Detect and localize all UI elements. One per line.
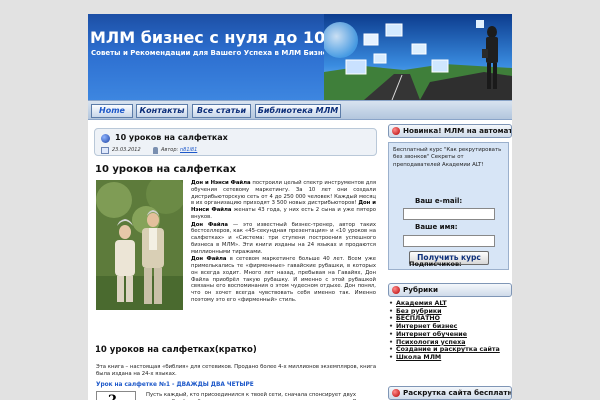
name-label: Ваше имя: — [415, 223, 458, 231]
category-link[interactable]: Психология успеха — [396, 339, 465, 346]
top-nav: Home Контакты Все статьи Библиотека МЛМ — [88, 100, 512, 120]
lesson-paragraph: Пусть каждый, кто присоединился к твоей … — [146, 392, 368, 400]
article-intro: Дон и Нэнси Файла построили целый спектр… — [191, 180, 376, 305]
widget-title-rubrics: Рубрики — [388, 283, 512, 297]
subscribers-count: Подписчиков: — [409, 260, 462, 268]
tab-contacts[interactable]: Контакты — [136, 104, 188, 118]
post-date: 23.03.2012 — [112, 147, 141, 153]
calendar-icon — [101, 147, 109, 154]
email-field[interactable] — [403, 208, 495, 220]
post-header-box: 10 уроков на салфетках 23.03.2012 Автор:… — [94, 128, 377, 156]
category-link[interactable]: Создание и раскрутка сайта — [396, 346, 500, 353]
category-link[interactable]: Академия ALT — [396, 300, 447, 307]
name-field[interactable] — [403, 235, 495, 247]
site-header: МЛМ бизнес с нуля до 100% Советы и Реком… — [88, 14, 512, 100]
category-list: Академия ALT Без рубрики БЕСПЛАТНО Интер… — [388, 300, 509, 362]
post-title-link[interactable]: 10 уроков на салфетках — [115, 133, 228, 142]
tab-home[interactable]: Home — [91, 104, 133, 118]
widget-title-promo: Раскрутка сайта бесплатно — [388, 386, 512, 400]
category-link[interactable]: Школа МЛМ — [396, 354, 441, 361]
section-heading: 10 уроков на салфетках(кратко) — [95, 345, 257, 355]
category-link[interactable]: Интернет обучение — [396, 331, 467, 338]
widget-bullet-icon — [392, 389, 400, 397]
list-item: Без рубрики — [388, 308, 509, 316]
subscribe-form: Бесплатный курс "Как рекрутировать без з… — [388, 142, 509, 270]
list-item: Школа МЛМ — [388, 354, 509, 362]
header-illustration — [324, 14, 512, 100]
post-bullet-icon — [101, 134, 110, 143]
list-item: Интернет обучение — [388, 331, 509, 339]
site-description: Советы и Рекомендации для Вашего Успеха … — [91, 49, 337, 57]
authors-photo — [96, 180, 183, 310]
category-link[interactable]: БЕСПЛАТНО — [396, 315, 440, 322]
page-wrapper: МЛМ бизнес с нуля до 100% Советы и Реком… — [88, 14, 512, 400]
category-link[interactable]: Без рубрики — [396, 308, 442, 315]
section-paragraph: Эта книга – настоящая «библия» для сетев… — [96, 364, 377, 377]
sidebar: Новинка! МЛМ на автомате Бесплатный курс… — [385, 120, 512, 400]
lesson-link[interactable]: Урок на салфетке №1 - ДВАЖДЫ ДВА ЧЕТЫРЕ — [96, 382, 254, 388]
intro-paragraph: Дон Файла — это известный бизнес-тренер,… — [191, 221, 376, 255]
tab-all-articles[interactable]: Все статьи — [192, 104, 251, 118]
list-item: Создание и раскрутка сайта — [388, 346, 509, 354]
widget-bullet-icon — [392, 286, 400, 294]
tab-mlm-library[interactable]: Библиотека МЛМ — [255, 104, 341, 118]
subscribe-description: Бесплатный курс "Как рекрутировать без з… — [393, 147, 502, 168]
post-author-label: Автор: — [161, 147, 179, 153]
article-heading: 10 уроков на салфетках — [95, 164, 237, 175]
site-title[interactable]: МЛМ бизнес с нуля до 100% — [90, 28, 352, 47]
intro-paragraph: Дон Файла в сетевом маркетинге больше 40… — [191, 256, 376, 304]
main-content: 10 уроков на салфетках 23.03.2012 Автор:… — [93, 126, 379, 400]
lesson-image-number: 2 — [108, 393, 117, 400]
post-author-link[interactable]: n81i81 — [180, 147, 197, 153]
intro-paragraph: Дон и Нэнси Файла построили целый спектр… — [191, 180, 376, 220]
user-icon — [153, 147, 158, 154]
category-link[interactable]: Интернет бизнес — [396, 323, 457, 330]
widget-title-news: Новинка! МЛМ на автомате — [388, 124, 512, 138]
email-label: Ваш e-mail: — [415, 197, 463, 205]
list-item: Академия ALT — [388, 300, 509, 308]
widget-bullet-icon — [392, 127, 400, 135]
list-item: Интернет бизнес — [388, 323, 509, 331]
